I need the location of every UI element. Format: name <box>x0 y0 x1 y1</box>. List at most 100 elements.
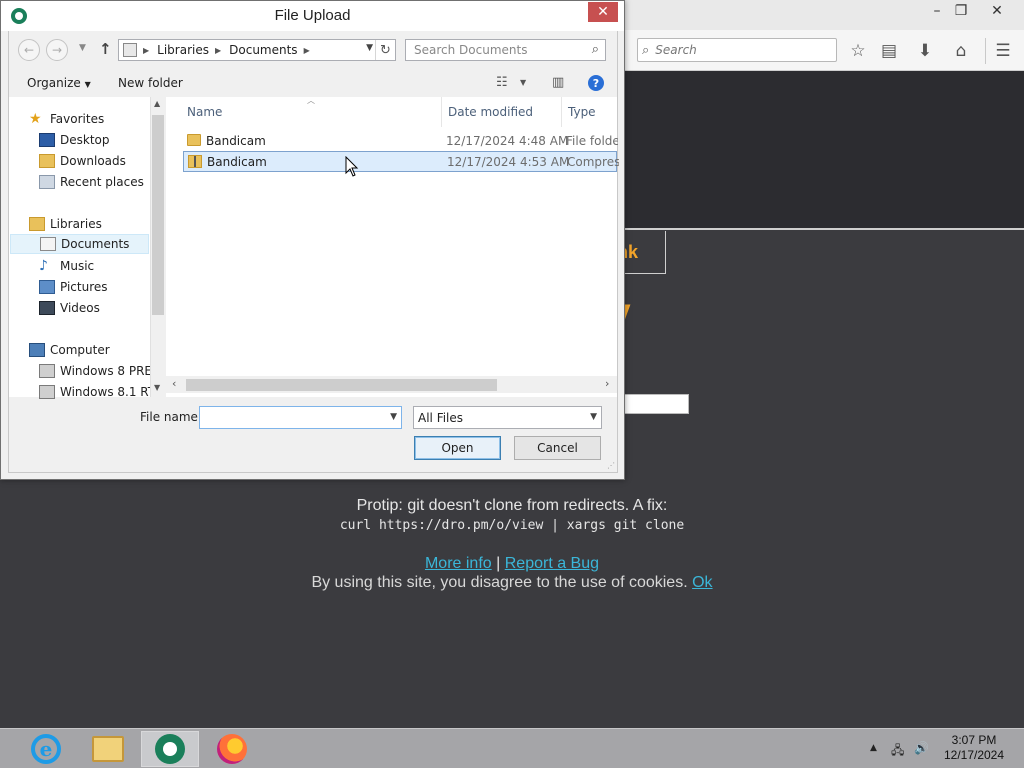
open-button[interactable]: Open <box>414 436 501 460</box>
chevron-down-icon[interactable]: ▼ <box>590 412 597 422</box>
system-clock[interactable]: 3:07 PM 12/17/2024 <box>934 733 1014 763</box>
cancel-button[interactable]: Cancel <box>514 436 601 460</box>
nav-drive-1[interactable]: Windows 8 PRE-R <box>39 361 150 381</box>
chevron-down-icon[interactable]: ▼ <box>520 78 526 87</box>
organize-button[interactable]: Organize ▼ <box>27 76 91 90</box>
breadcrumb-chevron-icon[interactable]: ▶ <box>143 46 149 55</box>
file-list-hscrollbar[interactable]: ‹ › <box>166 376 617 393</box>
protip-text: Protip: git doesn't clone from redirects… <box>356 497 668 514</box>
nav-libraries[interactable]: Libraries <box>29 214 169 234</box>
forward-arrow-icon[interactable]: → <box>46 39 68 61</box>
search-icon: ⌕ <box>642 42 650 58</box>
nav-documents[interactable]: Documents <box>10 234 149 254</box>
bookmark-star-icon[interactable]: ☆ <box>846 39 870 63</box>
file-upload-dialog: File Upload ✕ ← → ▼ ↑ ▶ Libraries ▶ Docu… <box>0 0 625 480</box>
folder-icon <box>187 134 201 146</box>
mouse-pointer-icon <box>345 156 359 177</box>
browser-search-box[interactable]: ⌕ Search <box>637 38 837 62</box>
scroll-up-icon[interactable]: ▲ <box>154 99 160 108</box>
refresh-icon[interactable]: ↻ <box>375 40 395 60</box>
nav-favorites[interactable]: ★ Favorites <box>29 109 169 129</box>
scroll-right-icon[interactable]: › <box>605 377 609 390</box>
nav-videos-label: Videos <box>60 301 100 315</box>
dialog-title: File Upload <box>274 7 351 24</box>
link-separator: | <box>496 555 501 572</box>
taskbar-bandicam[interactable] <box>141 731 199 767</box>
column-header-date[interactable]: Date modified <box>448 105 533 119</box>
clock-date: 12/17/2024 <box>943 748 1005 762</box>
more-info-link[interactable]: More info <box>425 555 492 572</box>
reading-list-icon[interactable]: ▤ <box>877 39 901 63</box>
cookie-ok-link[interactable]: Ok <box>692 574 712 591</box>
network-icon[interactable]: 🖧 <box>891 741 904 762</box>
report-bug-link[interactable]: Report a Bug <box>505 555 599 572</box>
home-icon[interactable]: ⌂ <box>949 39 973 63</box>
new-folder-button[interactable]: New folder <box>118 76 183 90</box>
command-bar: Organize ▼ New folder ☷ ▼ ▥ ? <box>9 69 617 97</box>
nav-pictures-label: Pictures <box>60 280 108 294</box>
nav-music-label: Music <box>60 259 95 273</box>
chevron-down-icon[interactable]: ▼ <box>390 412 397 422</box>
dialog-close-button[interactable]: ✕ <box>588 2 618 22</box>
scrollbar-thumb[interactable] <box>152 115 164 315</box>
nav-computer[interactable]: Computer <box>29 340 169 360</box>
breadcrumb-chevron-icon[interactable]: ▶ <box>215 46 221 55</box>
file-type: File folder <box>566 134 618 148</box>
file-name: Bandicam <box>206 134 266 148</box>
scroll-down-icon[interactable]: ▼ <box>154 383 160 392</box>
address-bar[interactable]: ▶ Libraries ▶ Documents ▶ ▼ ↻ <box>118 39 396 61</box>
resize-grip-icon[interactable]: ⋰ <box>607 461 615 470</box>
up-arrow-icon[interactable]: ↑ <box>99 40 112 58</box>
breadcrumb-libraries[interactable]: Libraries <box>157 43 209 57</box>
zip-folder-icon <box>188 155 202 168</box>
cookie-notice: By using this site, you disagree to the … <box>0 574 1024 592</box>
dialog-body: ← → ▼ ↑ ▶ Libraries ▶ Documents ▶ ▼ ↻ Se… <box>8 31 619 473</box>
taskbar-file-explorer[interactable] <box>79 731 137 767</box>
download-icon[interactable]: ⬇ <box>913 39 937 63</box>
nav-drive-2[interactable]: Windows 8.1 RTM <box>39 382 150 402</box>
file-row[interactable]: Bandicam 12/17/2024 4:48 AM File folder <box>183 131 618 152</box>
file-type-filter[interactable]: All Files ▼ <box>413 406 602 429</box>
address-dropdown-icon[interactable]: ▼ <box>366 43 373 53</box>
bandicam-icon <box>155 734 185 764</box>
view-options-icon[interactable]: ☷ <box>496 75 508 90</box>
back-arrow-icon[interactable]: ← <box>18 39 40 61</box>
scrollbar-thumb[interactable] <box>186 379 497 391</box>
cookie-text: By using this site, you disagree to the … <box>311 574 688 591</box>
drive-icon <box>39 364 55 378</box>
taskbar-internet-explorer[interactable]: e <box>17 731 75 767</box>
footer-links: More info | Report a Bug <box>0 555 1024 573</box>
nav-favorites-label: Favorites <box>50 112 105 126</box>
toolbar-separator <box>985 38 986 64</box>
file-date: 12/17/2024 4:48 AM <box>446 134 569 148</box>
restore-button[interactable]: ❐ <box>946 0 976 22</box>
chevron-down-icon: ▼ <box>84 80 91 89</box>
menu-hamburger-icon[interactable]: ☰ <box>991 39 1015 63</box>
breadcrumb-documents[interactable]: Documents <box>229 43 297 57</box>
taskbar-firefox[interactable] <box>203 731 261 767</box>
column-divider[interactable] <box>561 97 562 127</box>
search-icon[interactable]: ⌕ <box>592 42 599 57</box>
scroll-left-icon[interactable]: ‹ <box>172 377 176 390</box>
music-note-icon: ♪ <box>39 258 48 274</box>
preview-pane-icon[interactable]: ▥ <box>552 75 564 90</box>
volume-icon[interactable]: 🔊 <box>914 741 929 755</box>
help-icon[interactable]: ? <box>588 75 604 91</box>
browser-close-button[interactable]: ✕ <box>982 0 1012 22</box>
search-documents-input[interactable]: Search Documents ⌕ <box>405 39 606 61</box>
recent-locations-chevron-icon[interactable]: ▼ <box>79 43 86 53</box>
nav-desktop-label: Desktop <box>60 133 110 147</box>
file-name-input[interactable]: ▼ <box>199 406 402 429</box>
firefox-icon <box>217 734 247 764</box>
nav-pane-scrollbar[interactable]: ▲ ▼ <box>150 97 165 397</box>
column-divider[interactable] <box>441 97 442 127</box>
libraries-icon <box>29 217 45 231</box>
breadcrumb-chevron-icon[interactable]: ▶ <box>304 46 310 55</box>
videos-icon <box>39 301 55 315</box>
show-hidden-icons-chevron-icon[interactable]: ▲ <box>870 743 877 753</box>
column-header-type[interactable]: Type <box>568 105 596 119</box>
nav-downloads-label: Downloads <box>60 154 126 168</box>
file-type: Compressed <box>567 155 619 169</box>
file-row-selected[interactable]: Bandicam 12/17/2024 4:53 AM Compressed <box>183 151 619 172</box>
column-header-name[interactable]: Name <box>187 105 222 119</box>
